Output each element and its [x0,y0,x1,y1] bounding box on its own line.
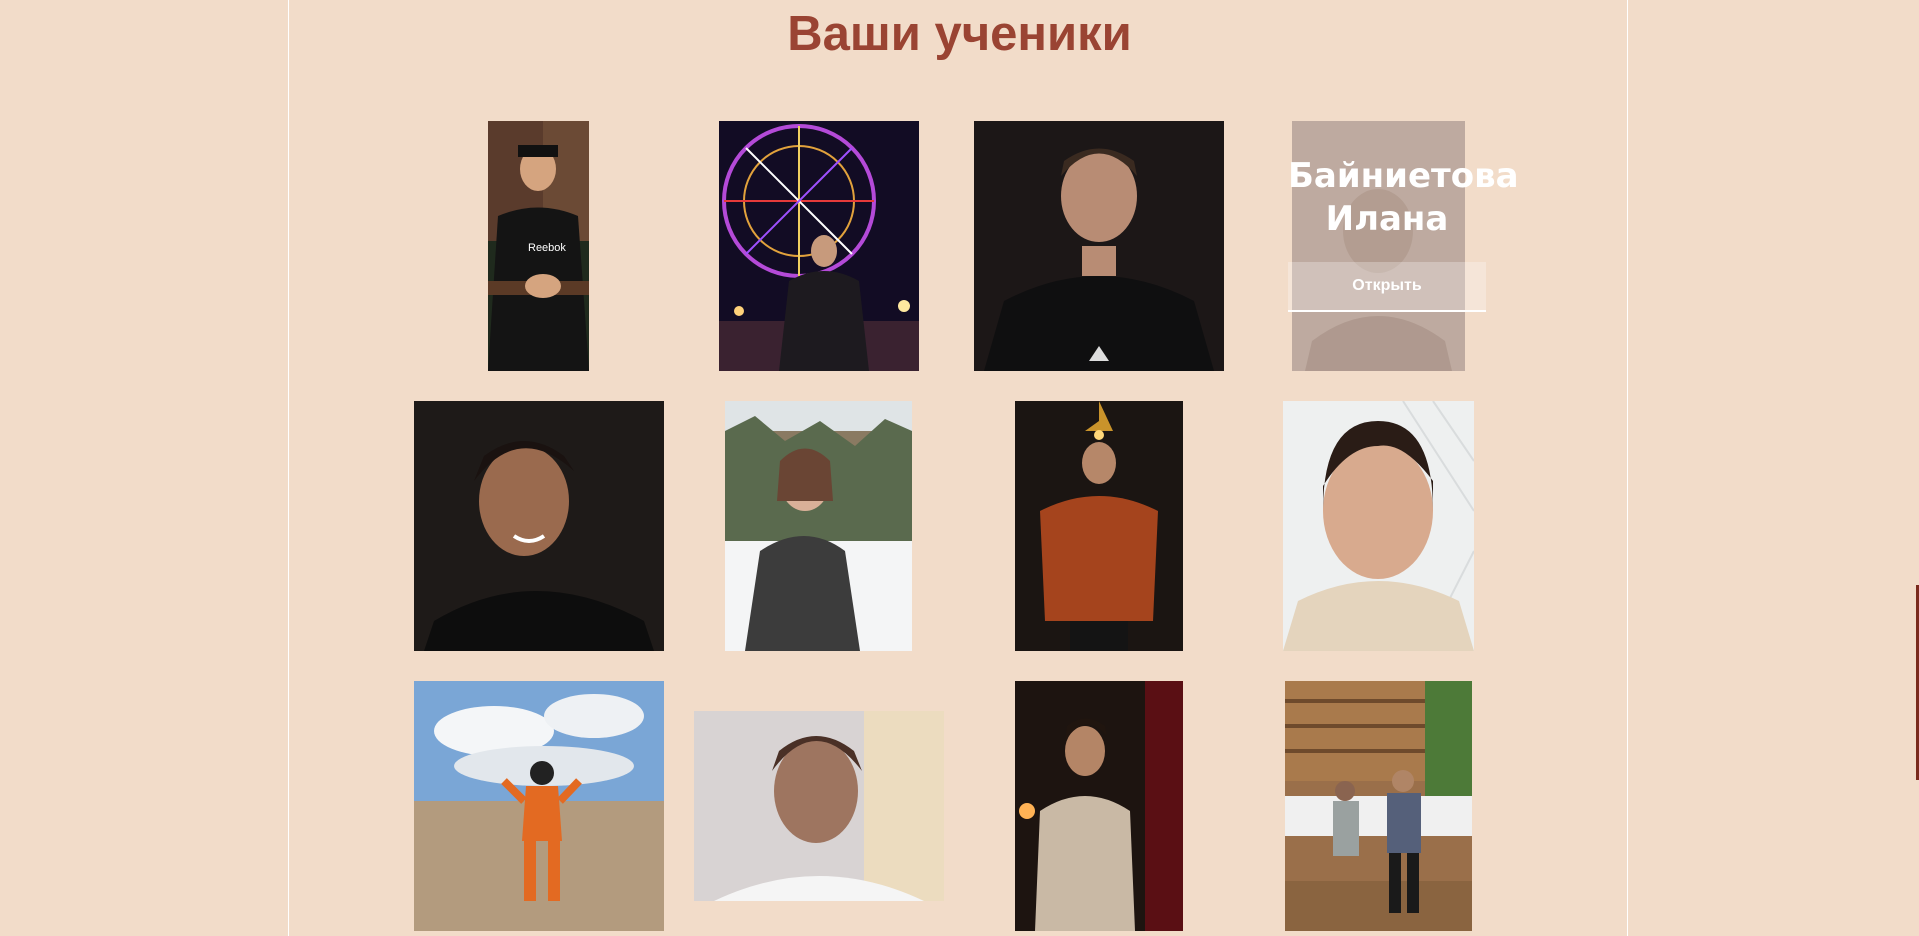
student-name: Байниетова Илана [1288,156,1519,239]
student-card[interactable] [1015,681,1183,931]
student-card[interactable] [725,401,912,651]
student-photo-2 [719,121,919,371]
student-card[interactable] [1015,401,1183,651]
svg-text:Reebok: Reebok [528,242,566,254]
student-photo-8 [1283,401,1474,651]
student-photo-5 [414,401,664,651]
student-card[interactable] [1283,401,1474,651]
student-photo-12 [1285,681,1472,931]
student-card[interactable] [719,121,919,371]
page-title: Ваши ученики [787,7,1132,61]
student-photo-10 [694,711,944,901]
student-card[interactable] [414,401,664,651]
student-photo-1: Reebok [488,121,589,371]
student-card[interactable]: Reebok [488,121,589,371]
student-card[interactable] [414,681,664,931]
student-photo-6 [725,401,912,651]
student-card[interactable] [694,711,944,901]
student-photo-7 [1015,401,1183,651]
open-student-button[interactable]: Открыть [1288,262,1486,312]
student-card[interactable] [974,121,1224,371]
student-photo-3 [974,121,1224,371]
student-photo-11 [1015,681,1183,931]
student-photo-9 [414,681,664,931]
student-card[interactable] [1285,681,1472,931]
